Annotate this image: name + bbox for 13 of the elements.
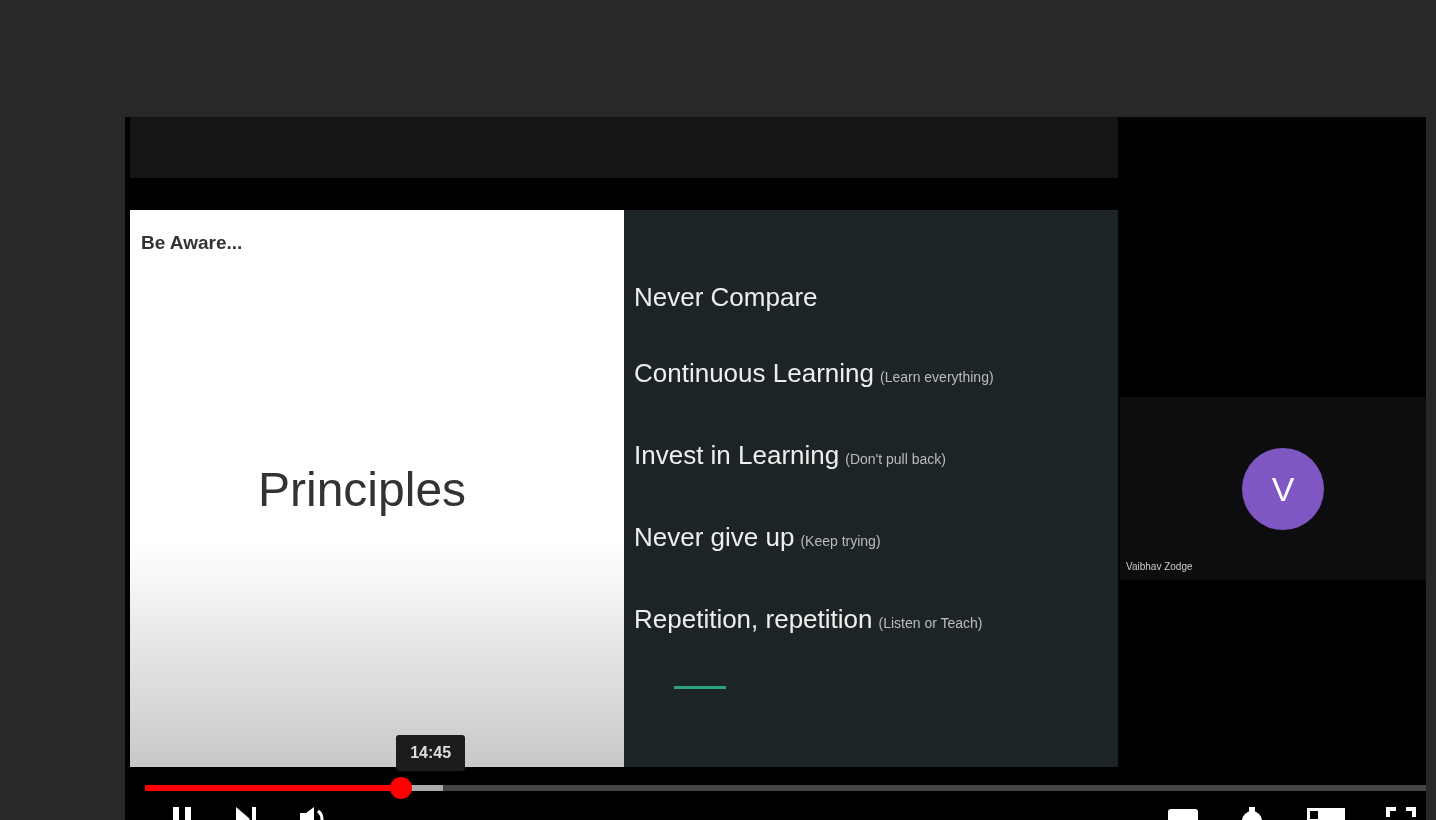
accent-line	[674, 686, 726, 689]
principle-item: Invest in Learning (Don't pull back)	[634, 440, 947, 472]
participant-name: Vaibhav Zodge	[1126, 561, 1193, 572]
slide-title: Principles	[258, 462, 467, 517]
principle-item: Never give up (Keep trying)	[634, 522, 882, 554]
principle-item: Repetition, repetition (Listen or Teach)	[634, 604, 984, 636]
seek-handle[interactable]	[390, 777, 413, 799]
avatar: V	[1242, 448, 1324, 530]
slide-heading: Be Aware...	[141, 232, 243, 254]
principle-item: Continuous Learning (Learn everything)	[634, 358, 995, 390]
time-tooltip: 14:45	[396, 735, 466, 771]
principle-item: Never Compare	[634, 282, 819, 314]
video-player[interactable]	[125, 117, 1426, 820]
